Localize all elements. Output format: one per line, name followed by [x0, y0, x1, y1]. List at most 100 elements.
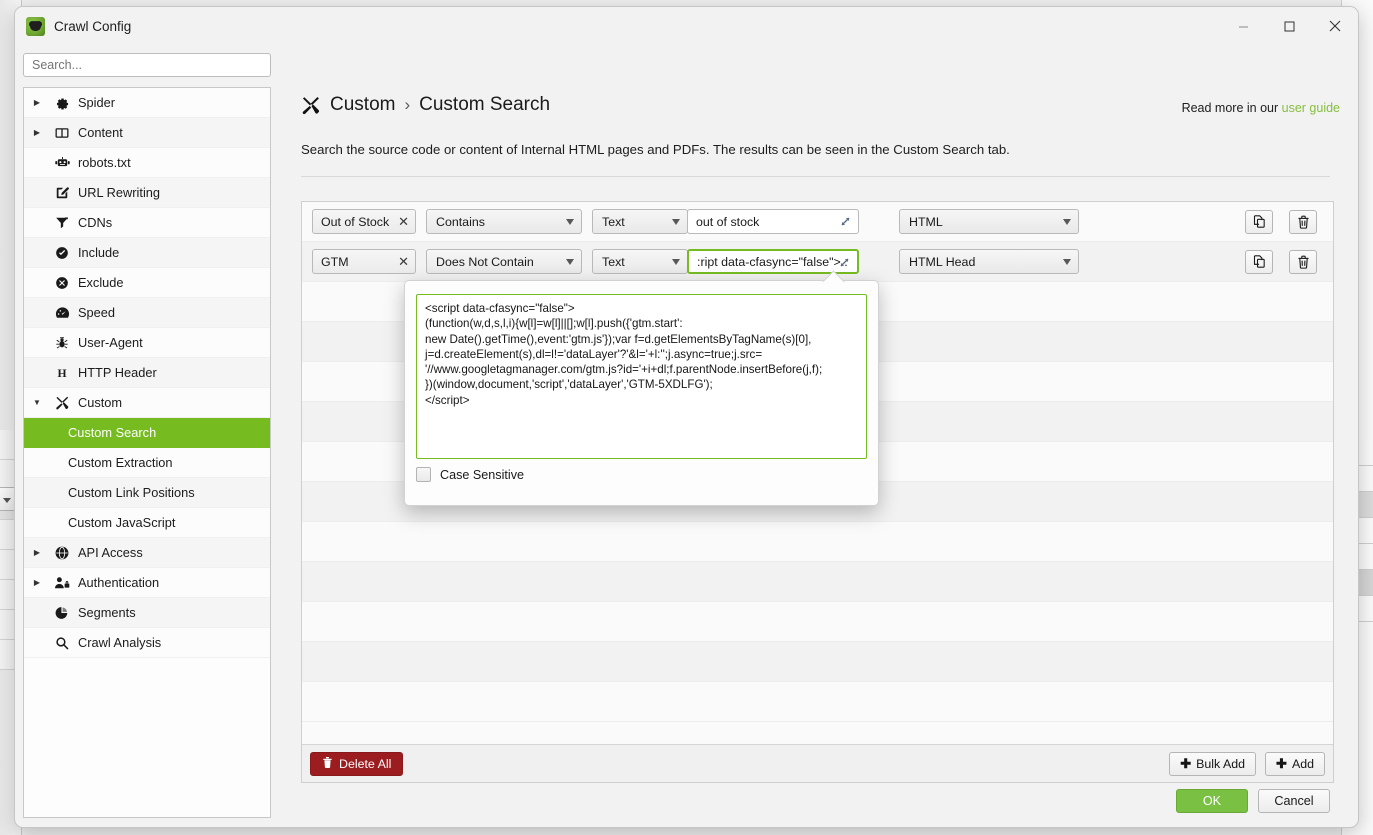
- window-titlebar[interactable]: Crawl Config: [15, 7, 1358, 45]
- columns-icon: [50, 126, 74, 140]
- value-editor-popup: <script data-cfasync="false"> (function(…: [404, 280, 879, 506]
- breadcrumb-separator: ›: [404, 95, 410, 115]
- expand-icon[interactable]: [839, 215, 852, 231]
- sidebar-item-segments[interactable]: Segments: [24, 598, 270, 628]
- close-icon[interactable]: [1312, 7, 1358, 45]
- content-type-select[interactable]: Text: [592, 249, 688, 274]
- user-lock-icon: [50, 576, 74, 590]
- content-type-select[interactable]: Text: [592, 209, 688, 234]
- code-editor[interactable]: <script data-cfasync="false"> (function(…: [416, 294, 867, 459]
- breadcrumb-parent[interactable]: Custom: [330, 94, 395, 116]
- duplicate-row-button[interactable]: [1245, 250, 1273, 274]
- maximize-icon[interactable]: [1266, 7, 1312, 45]
- content-type-value: Text: [602, 215, 625, 229]
- match-type-select[interactable]: Does Not Contain: [426, 249, 582, 274]
- sidebar-item-user-agent[interactable]: User-Agent: [24, 328, 270, 358]
- content-type-value: Text: [602, 255, 625, 269]
- divider: [301, 176, 1330, 177]
- sidebar-item-label: Custom: [74, 395, 122, 410]
- search-value-input[interactable]: out of stock: [687, 209, 859, 234]
- case-sensitive-checkbox[interactable]: [416, 467, 431, 482]
- bulk-add-button[interactable]: ✚ Bulk Add: [1169, 752, 1256, 776]
- sidebar-item-crawl-analysis[interactable]: Crawl Analysis: [24, 628, 270, 658]
- delete-row-button[interactable]: [1289, 250, 1317, 274]
- close-icon[interactable]: ✕: [398, 215, 409, 228]
- add-label: Add: [1292, 757, 1314, 771]
- sidebar-item-custom-link-positions[interactable]: Custom Link Positions: [24, 478, 270, 508]
- gear-icon: [50, 96, 74, 110]
- sidebar-item-custom-search[interactable]: Custom Search: [24, 418, 270, 448]
- match-type-select[interactable]: Contains: [426, 209, 582, 234]
- add-button[interactable]: ✚ Add: [1265, 752, 1325, 776]
- table-row-empty[interactable]: [302, 682, 1333, 722]
- chevron-down-icon: [1063, 219, 1071, 225]
- sidebar-item-authentication[interactable]: ▶Authentication: [24, 568, 270, 598]
- minimize-icon[interactable]: [1220, 7, 1266, 45]
- cancel-button[interactable]: Cancel: [1258, 789, 1330, 813]
- sidebar-item-custom-javascript[interactable]: Custom JavaScript: [24, 508, 270, 538]
- breadcrumb-current: Custom Search: [419, 94, 550, 116]
- filter-name-chip[interactable]: GTM✕: [312, 249, 416, 274]
- duplicate-row-button[interactable]: [1245, 210, 1273, 234]
- sidebar-item-label: URL Rewriting: [74, 185, 160, 200]
- sidebar-item-label: Include: [74, 245, 119, 260]
- letter-h-icon: H: [50, 366, 74, 380]
- robot-icon: [50, 156, 74, 170]
- chevron-right-icon[interactable]: ▶: [24, 98, 50, 107]
- read-more-hint: Read more in our user guide: [1182, 101, 1340, 115]
- user-guide-link[interactable]: user guide: [1282, 101, 1340, 115]
- table-row-empty[interactable]: [302, 642, 1333, 682]
- sidebar-item-label: Custom JavaScript: [24, 515, 175, 530]
- chevron-down-icon: [672, 259, 680, 265]
- delete-row-button[interactable]: [1289, 210, 1317, 234]
- filter-name-chip[interactable]: Out of Stock ✕: [312, 209, 416, 234]
- sidebar-item-label: Custom Search: [24, 425, 156, 440]
- table-row-empty[interactable]: [302, 562, 1333, 602]
- sidebar-item-speed[interactable]: Speed: [24, 298, 270, 328]
- table-row-empty[interactable]: [302, 522, 1333, 562]
- chevron-right-icon[interactable]: ▶: [24, 548, 50, 557]
- search-input[interactable]: [23, 53, 271, 77]
- chevron-down-icon: [566, 219, 574, 225]
- scope-value: HTML: [909, 215, 943, 229]
- delete-all-button[interactable]: Delete All: [310, 752, 403, 776]
- globe-icon: [50, 546, 74, 560]
- sidebar-item-api-access[interactable]: ▶ API Access: [24, 538, 270, 568]
- sidebar-item-custom-extraction[interactable]: Custom Extraction: [24, 448, 270, 478]
- scope-select[interactable]: HTML: [899, 209, 1079, 234]
- code-editor-text: <script data-cfasync="false"> (function(…: [425, 301, 858, 408]
- tools-icon: [301, 96, 320, 115]
- chevron-right-icon[interactable]: ▶: [24, 578, 50, 587]
- sidebar-item-custom[interactable]: ▼ Custom: [24, 388, 270, 418]
- table-footer: Delete All ✚ Bulk Add ✚ Add: [302, 744, 1333, 782]
- sidebar-item-include[interactable]: Include: [24, 238, 270, 268]
- case-sensitive-row[interactable]: Case Sensitive: [416, 467, 524, 482]
- sidebar-item-label: API Access: [74, 545, 143, 560]
- filter-name-label: Out of Stock: [321, 215, 389, 229]
- sidebar-item-url-rewriting[interactable]: URL Rewriting: [24, 178, 270, 208]
- chevron-down-icon: [672, 219, 680, 225]
- chevron-right-icon[interactable]: ▶: [24, 128, 50, 137]
- table-row: GTM✕Does Not ContainText:ript data-cfasy…: [302, 242, 1333, 282]
- popup-pointer: [823, 270, 845, 282]
- window-controls: [1220, 7, 1358, 45]
- table-row-empty[interactable]: [302, 602, 1333, 642]
- sidebar-item-cdns[interactable]: CDNs: [24, 208, 270, 238]
- scope-select[interactable]: HTML Head: [899, 249, 1079, 274]
- sidebar-item-robots-txt[interactable]: robots.txt: [24, 148, 270, 178]
- ok-button[interactable]: OK: [1176, 789, 1248, 813]
- search-value-text: out of stock: [696, 215, 759, 229]
- sidebar: ▶Spider▶Contentrobots.txt URL Rewriting CD…: [23, 87, 271, 818]
- sidebar-item-http-header[interactable]: HHTTP Header: [24, 358, 270, 388]
- close-icon[interactable]: ✕: [398, 255, 409, 268]
- sidebar-item-exclude[interactable]: Exclude: [24, 268, 270, 298]
- gauge-icon: [50, 306, 74, 320]
- sidebar-item-label: User-Agent: [74, 335, 143, 350]
- scope-value: HTML Head: [909, 255, 975, 269]
- sitemap-icon: [50, 216, 74, 230]
- plus-icon: ✚: [1276, 756, 1287, 772]
- sidebar-item-spider[interactable]: ▶Spider: [24, 88, 270, 118]
- sidebar-item-content[interactable]: ▶Content: [24, 118, 270, 148]
- pie-chart-icon: [50, 606, 74, 620]
- chevron-down-icon[interactable]: ▼: [24, 398, 50, 407]
